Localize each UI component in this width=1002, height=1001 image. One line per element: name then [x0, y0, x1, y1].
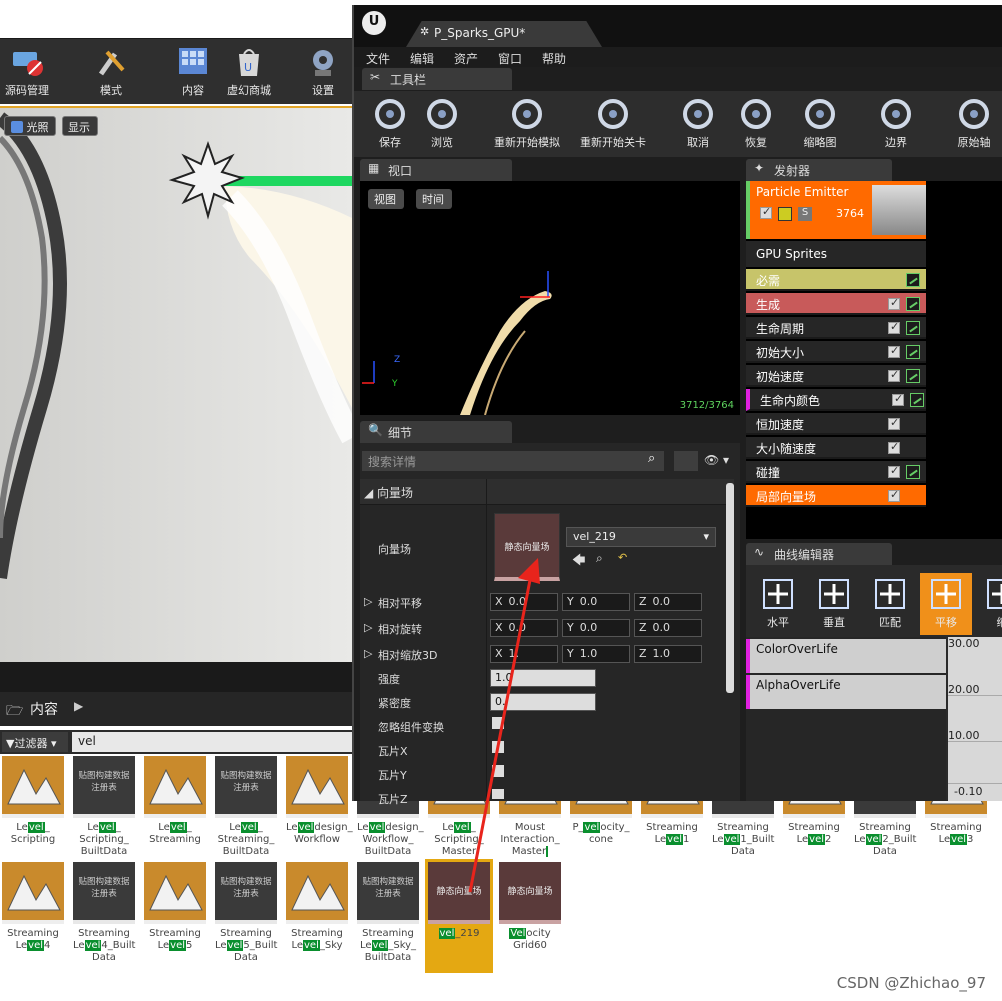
annotation-arrow	[468, 558, 540, 893]
watermark: CSDN @Zhichao_97	[836, 974, 986, 992]
